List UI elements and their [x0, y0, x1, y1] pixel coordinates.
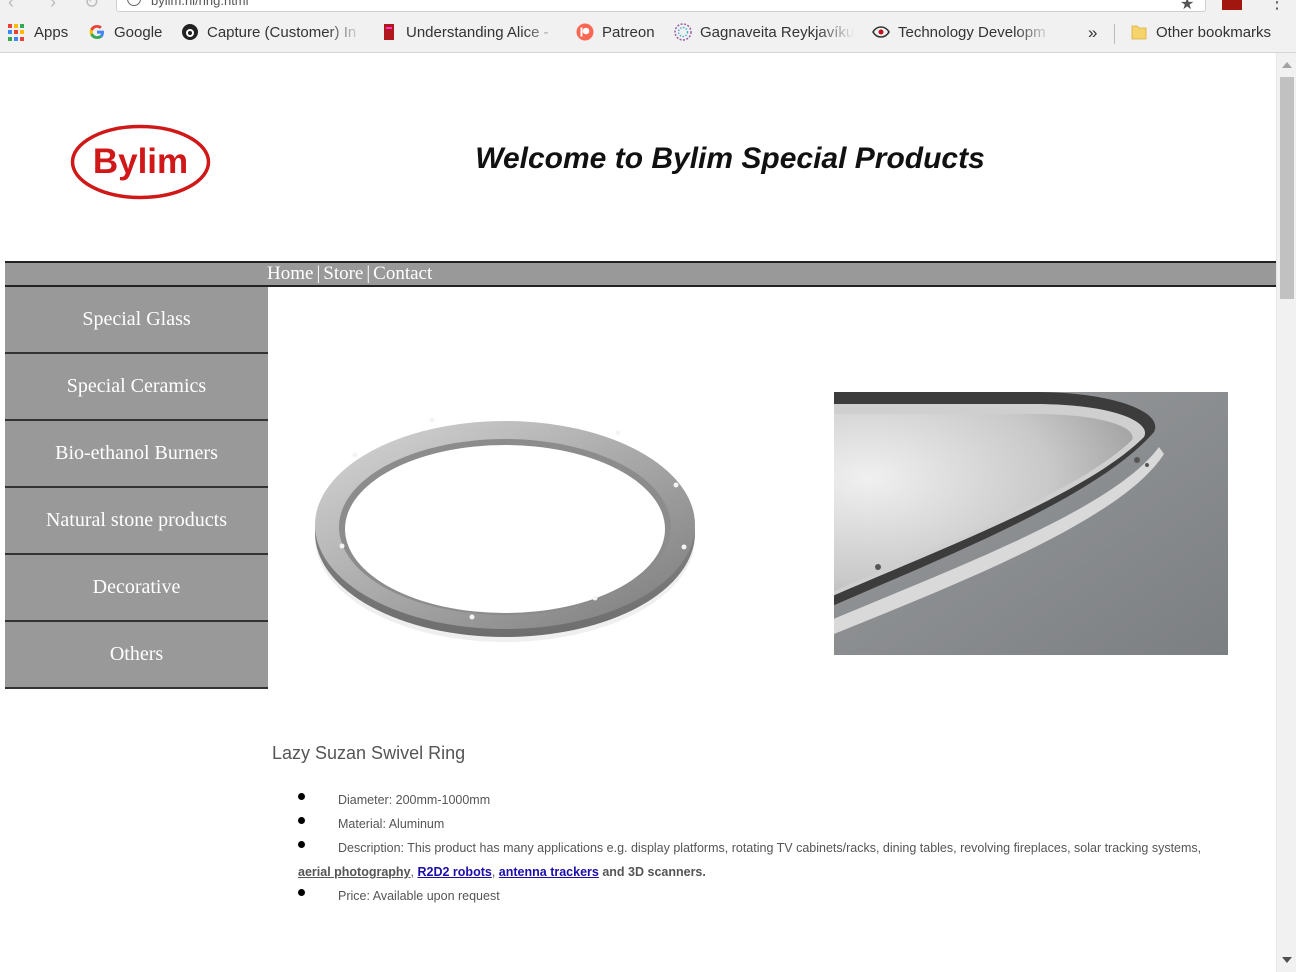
list-item: Material: Aluminum [298, 812, 1228, 836]
link-comma: , [410, 865, 415, 879]
bookmark-technology[interactable]: Technology Developm [872, 23, 1052, 41]
other-bookmarks-label: Other bookmarks [1156, 23, 1272, 41]
nav-links: Home | Store | Contact [267, 263, 432, 285]
bookmark-gagnaveita[interactable]: Gagnaveita Reykjavíku [674, 23, 854, 41]
list-item: Description: This product has many appli… [298, 836, 1228, 884]
bookmark-capture[interactable]: Capture (Customer) In [181, 23, 363, 41]
bookmark-label: Capture (Customer) In [207, 23, 357, 41]
bookmarks-bar: Apps Google Capture (Customer) In Unders… [0, 14, 1296, 53]
sidebar-item-others[interactable]: Others [5, 622, 268, 689]
sidebar-item-special-ceramics[interactable]: Special Ceramics [5, 354, 268, 421]
scroll-thumb[interactable] [1280, 77, 1294, 299]
chevron-double-icon: » [1088, 23, 1098, 42]
menu-kebab-icon[interactable]: ⋮ [1268, 0, 1286, 13]
product-title: Lazy Suzan Swivel Ring [272, 743, 466, 763]
scroll-down-icon[interactable] [1282, 957, 1292, 963]
bookmark-patreon[interactable]: Patreon [576, 23, 655, 41]
bookmark-label: Apps [34, 23, 69, 41]
nav-contact-link[interactable]: Contact [373, 263, 432, 284]
ring-product-image [315, 417, 695, 642]
nav-separator: | [316, 263, 321, 284]
bookmark-star-icon[interactable]: ★ [1180, 0, 1194, 14]
nav-home-link[interactable]: Home [267, 263, 313, 284]
other-bookmarks[interactable]: Other bookmarks [1130, 23, 1271, 41]
capture-icon [182, 24, 198, 40]
address-bar[interactable]: bylim.nl/ring.html [116, 0, 1206, 12]
bookmarks-divider [1114, 24, 1115, 44]
page-title: Welcome to Bylim Special Products [475, 142, 985, 175]
eye-icon [872, 26, 890, 38]
sidebar-item-special-glass[interactable]: Special Glass [5, 287, 268, 354]
list-item: Diameter: 200mm-1000mm [298, 788, 1228, 812]
description-text: Description: This product has many appli… [338, 841, 1202, 855]
bookmarks-overflow-button[interactable]: » [1088, 23, 1097, 43]
antenna-trackers-link[interactable]: antenna trackers [499, 865, 599, 879]
price-text: Price: Available upon request [338, 889, 500, 903]
diameter-text: Diameter: 200mm-1000mm [338, 793, 491, 807]
book-icon [384, 24, 394, 40]
bylim-logo[interactable]: Bylim [70, 124, 211, 200]
back-icon[interactable]: ‹ [8, 0, 14, 13]
ring-closeup-photo [834, 392, 1228, 655]
sidebar-item-decorative[interactable]: Decorative [5, 555, 268, 622]
folder-icon [1131, 25, 1147, 40]
list-item: Price: Available upon request [298, 884, 1228, 908]
bookmark-label: Gagnaveita Reykjavíku [700, 23, 854, 41]
r2d2-robots-link[interactable]: R2D2 robots [418, 865, 492, 879]
top-nav-bar: Home | Store | Contact [5, 261, 1276, 287]
sidebar-item-bio-ethanol-burners[interactable]: Bio-ethanol Burners [5, 421, 268, 488]
logo-text: Bylim [93, 142, 188, 181]
bookmark-label: Technology Developm [898, 23, 1046, 41]
reload-icon[interactable]: ↻ [84, 0, 99, 13]
vertical-scrollbar[interactable] [1276, 53, 1296, 972]
side-menu: Special Glass Special Ceramics Bio-ethan… [5, 287, 268, 689]
nav-store-link[interactable]: Store [323, 263, 363, 284]
browser-toolbar: ‹ › ↻ bylim.nl/ring.html ★ ⋮ [0, 0, 1296, 14]
forward-icon[interactable]: › [50, 0, 56, 13]
info-icon[interactable] [127, 0, 141, 6]
bookmark-label: Patreon [602, 23, 655, 41]
bookmark-label: Understanding Alice - [406, 23, 549, 41]
material-text: Material: Aluminum [338, 817, 445, 831]
scroll-up-icon[interactable] [1282, 62, 1292, 68]
link-comma: , [491, 865, 496, 879]
aerial-photography-link[interactable]: aerial photography [298, 865, 411, 879]
bookmark-apps[interactable]: Apps [8, 23, 68, 41]
gagnaveita-icon [674, 23, 692, 41]
bookmark-label: Google [114, 23, 163, 41]
description-suffix: and 3D scanners. [602, 865, 706, 879]
extension-icon[interactable] [1222, 0, 1242, 10]
url-text: bylim.nl/ring.html [151, 0, 249, 8]
nav-separator: | [366, 263, 371, 284]
bookmark-understanding-alice[interactable]: Understanding Alice - [380, 23, 560, 41]
google-icon [89, 25, 104, 39]
bookmark-google[interactable]: Google [88, 23, 162, 41]
sidebar-item-natural-stone[interactable]: Natural stone products [5, 488, 268, 555]
product-details-list: Diameter: 200mm-1000mm Material: Aluminu… [298, 788, 1228, 908]
apps-grid-icon [8, 23, 26, 41]
patreon-icon [576, 23, 594, 41]
